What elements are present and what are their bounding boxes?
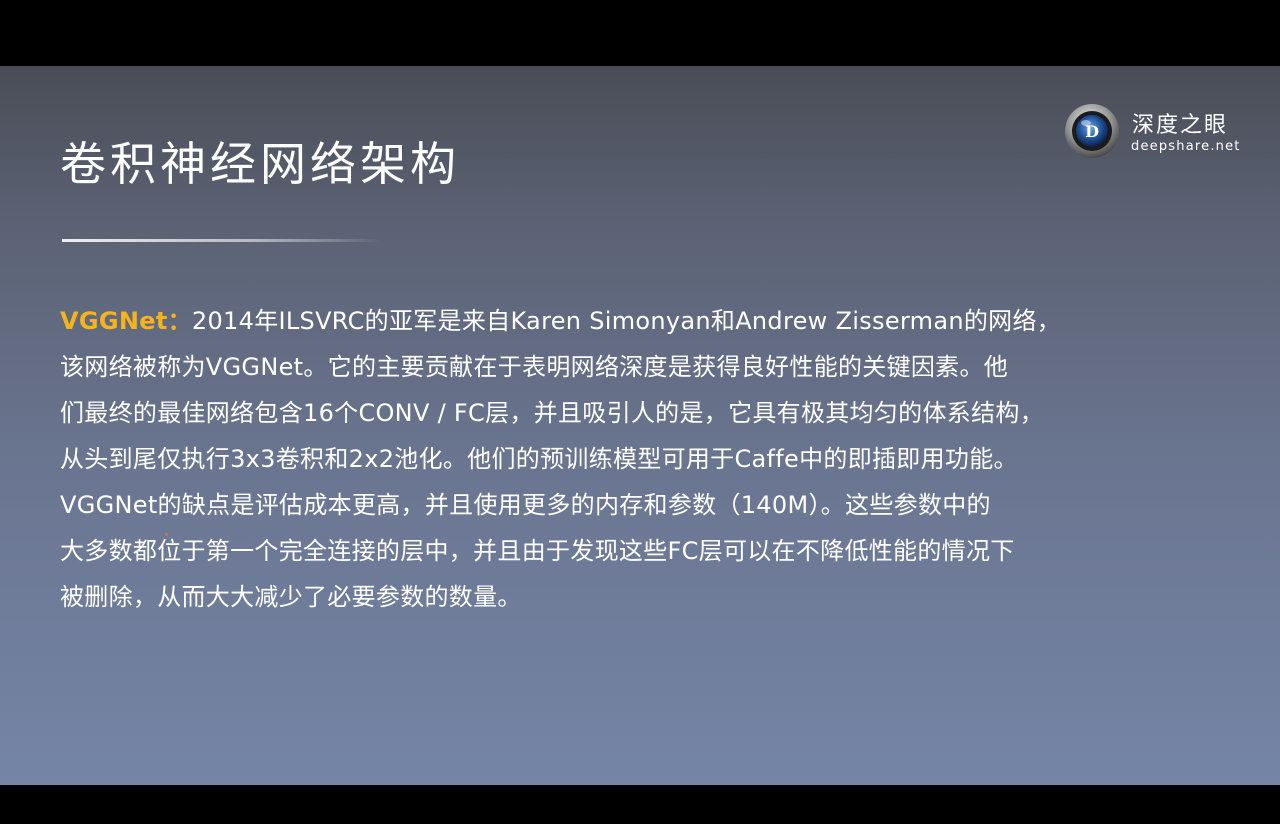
title-underline — [62, 239, 382, 242]
keyword-vggnet: VGGNet： — [60, 307, 192, 335]
slide-body-paragraph: VGGNet：2014年ILSVRC的亚军是来自Karen Simonyan和A… — [60, 298, 1230, 620]
letterbox-top — [0, 0, 1280, 66]
brand-logo: D 深度之眼 deepshare.net — [1064, 102, 1254, 160]
letterbox-bottom — [0, 785, 1280, 824]
paragraph-line-text: 2014年ILSVRC的亚军是来自Karen Simonyan和Andrew Z… — [191, 307, 1062, 335]
logo-brand-name: 深度之眼 — [1132, 113, 1229, 138]
eye-lens-logo-icon: D — [1065, 104, 1119, 158]
paragraph-line: VGGNet：2014年ILSVRC的亚军是来自Karen Simonyan和A… — [60, 298, 1230, 344]
logo-brand-url: deepshare.net — [1131, 139, 1241, 154]
paragraph-line: 被删除，从而大大减少了必要参数的数量。 — [60, 583, 522, 611]
slide-title: 卷积神经网络架构 — [60, 137, 460, 191]
paragraph-line: 们最终的最佳网络包含16个CONV / FC层，并且吸引人的是，它具有极其均匀的… — [60, 399, 1044, 427]
presentation-slide: 卷积神经网络架构 D 深度之眼 deepshare.net VGGNet：201… — [0, 66, 1280, 785]
cursor-dot — [165, 533, 168, 536]
paragraph-line: VGGNet的缺点是评估成本更高，并且使用更多的内存和参数（140M）。这些参数… — [60, 491, 991, 519]
paragraph-line: 大多数都位于第一个完全连接的层中，并且由于发现这些FC层可以在不降低性能的情况下 — [60, 537, 1015, 565]
paragraph-line: 从头到尾仅执行3x3卷积和2x2池化。他们的预训练模型可用于Caffe中的即插即… — [60, 445, 1018, 473]
paragraph-line: 该网络被称为VGGNet。它的主要贡献在于表明网络深度是获得良好性能的关键因素。… — [60, 353, 1009, 381]
